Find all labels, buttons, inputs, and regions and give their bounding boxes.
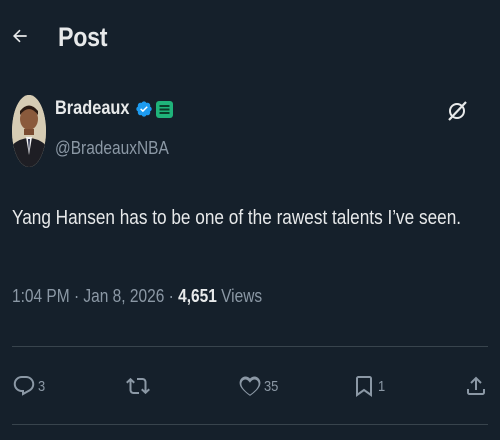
retweet-button[interactable] bbox=[126, 366, 152, 406]
action-bar: 3 35 1 bbox=[0, 366, 500, 406]
header: Post bbox=[0, 0, 500, 78]
author-name[interactable]: Bradeaux bbox=[55, 98, 129, 120]
meta-separator: · bbox=[164, 286, 179, 306]
author-row: Bradeaux bbox=[55, 98, 173, 120]
author-handle[interactable]: @BradeauxNBA bbox=[55, 138, 169, 159]
avatar[interactable] bbox=[12, 95, 46, 167]
avatar-image bbox=[12, 95, 46, 167]
grok-icon bbox=[448, 101, 467, 121]
page-title: Post bbox=[58, 22, 108, 52]
verified-badge-icon bbox=[135, 101, 152, 117]
share-button[interactable] bbox=[464, 366, 488, 406]
tweet-meta: 1:04 PM · Jan 8, 2026 · 4,651 Views bbox=[12, 286, 262, 307]
share-icon bbox=[467, 376, 485, 395]
reply-count: 3 bbox=[38, 377, 46, 395]
tweet-text: Yang Hansen has to be one of the rawest … bbox=[12, 207, 462, 229]
retweet-icon bbox=[126, 377, 150, 395]
tweet-date[interactable]: Jan 8, 2026 bbox=[83, 286, 164, 306]
bookmark-count: 1 bbox=[378, 377, 386, 395]
reply-button[interactable]: 3 bbox=[12, 366, 46, 406]
divider-top bbox=[12, 346, 488, 347]
divider-bottom bbox=[12, 424, 488, 425]
affiliate-badge-icon[interactable] bbox=[155, 100, 173, 118]
back-button[interactable] bbox=[8, 24, 32, 48]
bookmark-icon bbox=[356, 376, 372, 397]
affiliate-logo-icon bbox=[159, 104, 170, 114]
reply-icon bbox=[13, 376, 35, 396]
heart-icon bbox=[239, 376, 261, 396]
back-arrow-icon bbox=[13, 29, 27, 43]
grok-button[interactable] bbox=[446, 100, 468, 122]
views-count: 4,651 bbox=[178, 286, 217, 306]
like-count: 35 bbox=[264, 377, 279, 395]
like-button[interactable]: 35 bbox=[238, 366, 281, 406]
meta-separator: · bbox=[69, 286, 84, 306]
bookmark-button[interactable]: 1 bbox=[352, 366, 386, 406]
views-label: Views bbox=[221, 286, 263, 306]
tweet-time[interactable]: 1:04 PM bbox=[12, 286, 70, 306]
